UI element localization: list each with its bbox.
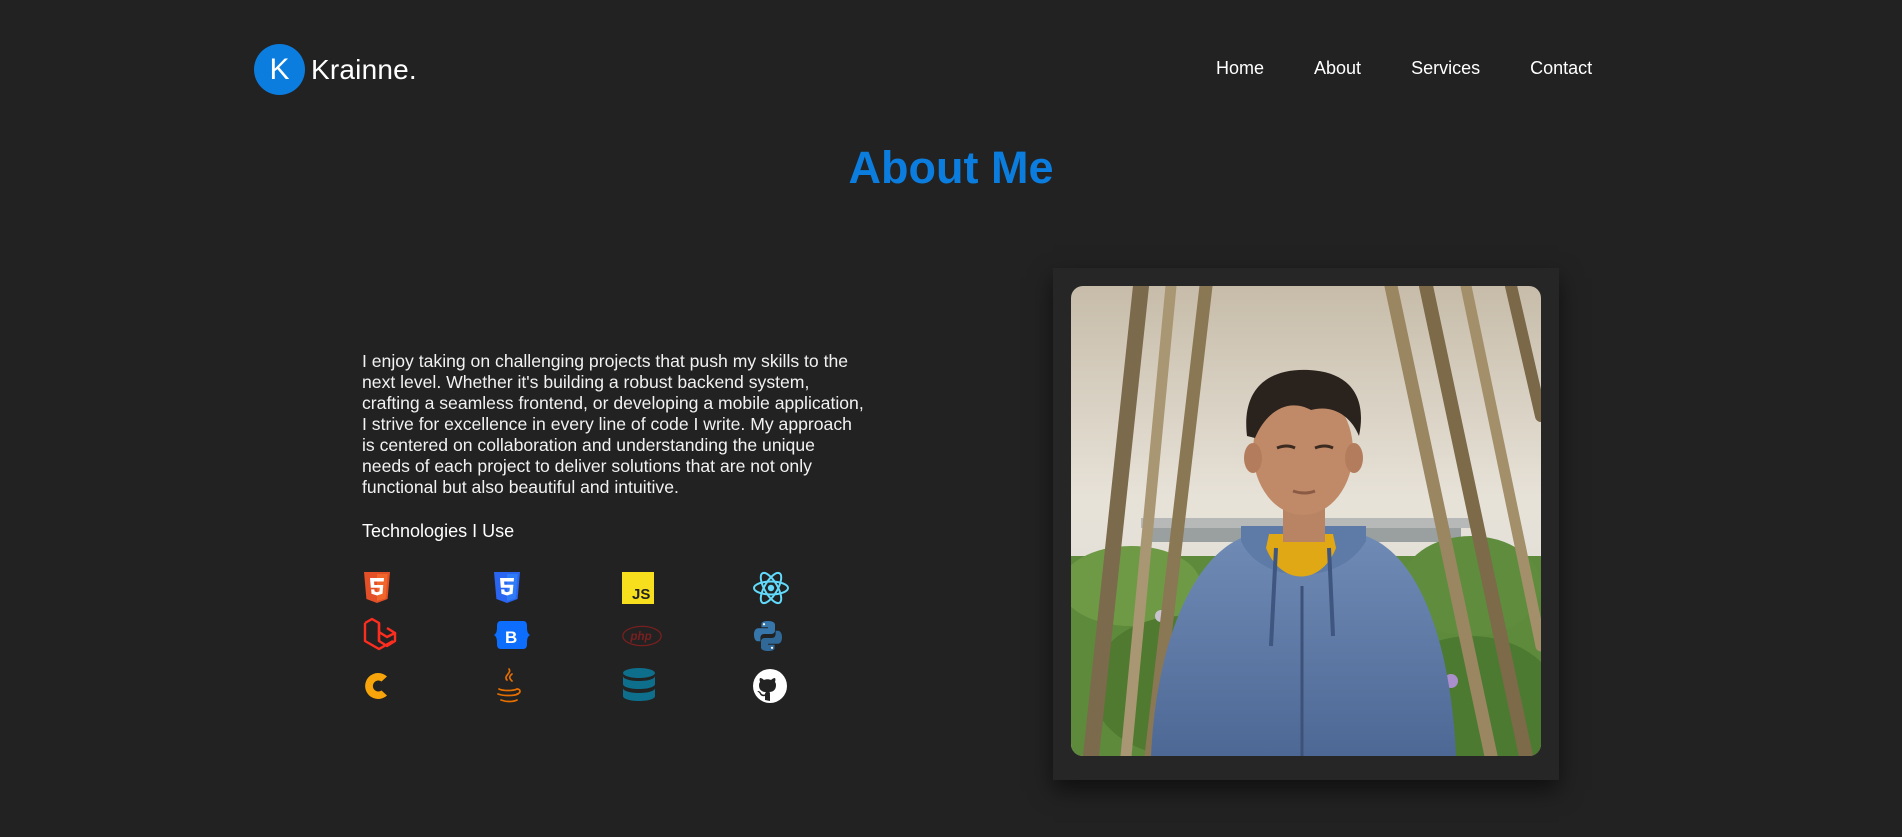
css3-icon (492, 568, 532, 608)
codeigniter-icon (362, 666, 402, 706)
top-navbar: K Krainne. Home About Services Contact (0, 0, 1902, 140)
svg-text:php: php (629, 630, 651, 643)
github-icon (752, 666, 792, 706)
profile-photo-frame (1053, 268, 1559, 780)
laravel-icon (362, 616, 402, 656)
profile-photo (1071, 286, 1541, 756)
react-icon (752, 568, 792, 608)
brand-logo-badge: K (254, 44, 305, 95)
technologies-heading: Technologies I Use (362, 521, 515, 541)
javascript-icon: JS (622, 568, 662, 608)
python-icon (752, 616, 792, 656)
java-icon (492, 666, 532, 706)
nav-link-contact[interactable]: Contact (1530, 58, 1592, 79)
nav-link-services[interactable]: Services (1411, 58, 1480, 79)
svg-text:B: B (505, 628, 517, 647)
brand-name: Krainne. (311, 53, 417, 85)
nav-link-about[interactable]: About (1314, 58, 1361, 79)
database-icon (622, 666, 662, 706)
bootstrap-icon: B (492, 616, 532, 656)
page-title: About Me (848, 142, 1054, 193)
svg-text:JS: JS (632, 586, 650, 603)
html5-icon (362, 568, 402, 608)
about-bio: I enjoy taking on challenging projects t… (362, 351, 864, 497)
php-icon: php (622, 616, 662, 656)
nav-link-home[interactable]: Home (1216, 58, 1264, 79)
main-menu: Home About Services Contact (1216, 58, 1592, 79)
brand-logo[interactable]: K Krainne. (254, 44, 417, 95)
